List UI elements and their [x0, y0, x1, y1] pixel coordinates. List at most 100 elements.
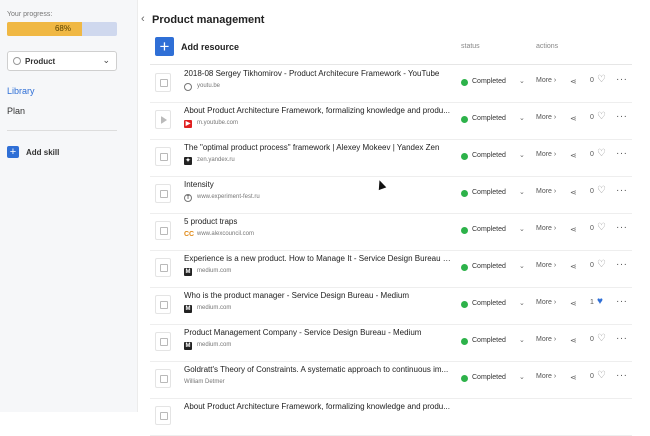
resource-thumbnail[interactable]: [155, 110, 171, 129]
progress-bar: 68%: [7, 22, 117, 36]
resource-row[interactable]: 5 product traps CC www.alexcouncil.com Comp…: [150, 213, 632, 251]
more-button[interactable]: More ›: [536, 77, 556, 84]
resource-row[interactable]: Product Management Company - Service Des…: [150, 324, 632, 362]
more-label: More: [536, 373, 552, 380]
source-domain: zen.yandex.ru: [197, 157, 235, 163]
more-button[interactable]: More ›: [536, 336, 556, 343]
progress-text: 68%: [54, 24, 71, 33]
more-label: More: [536, 336, 552, 343]
status-dot-icon: [461, 190, 468, 197]
status-dot-icon: [461, 338, 468, 345]
resource-title[interactable]: Product Management Company - Service Des…: [184, 328, 452, 337]
share-icon[interactable]: ⋖: [570, 262, 577, 271]
heart-icon[interactable]: ♡: [597, 185, 606, 196]
heart-icon[interactable]: ♡: [597, 148, 606, 159]
more-dots-icon[interactable]: ···: [616, 222, 628, 233]
nav-library[interactable]: Library: [7, 86, 35, 96]
more-button[interactable]: More ›: [536, 373, 556, 380]
like-count: 0: [590, 336, 594, 343]
share-icon[interactable]: ⋖: [570, 77, 577, 86]
more-dots-icon[interactable]: ···: [616, 185, 628, 196]
more-dots-icon[interactable]: ···: [616, 148, 628, 159]
column-header-actions: actions: [536, 43, 559, 50]
resource-thumbnail[interactable]: [155, 369, 171, 388]
more-button[interactable]: More ›: [536, 151, 556, 158]
source-domain: medium.com: [197, 305, 232, 311]
share-icon[interactable]: ⋖: [570, 336, 577, 345]
resource-row[interactable]: 2018-08 Sergey Tikhomirov - Product Arch…: [150, 65, 632, 103]
more-dots-icon[interactable]: ···: [246, 12, 260, 24]
resource-row[interactable]: The "optimal product process" framework …: [150, 139, 632, 177]
share-icon[interactable]: ⋖: [570, 151, 577, 160]
status-dot-icon: [461, 153, 468, 160]
status-dot-icon: [461, 116, 468, 123]
heart-icon[interactable]: ♡: [597, 111, 606, 122]
heart-icon[interactable]: ♡: [597, 74, 606, 85]
resource-row[interactable]: About Product Architecture Framework, fo…: [150, 398, 632, 436]
resource-title[interactable]: 5 product traps: [184, 217, 452, 226]
heart-icon[interactable]: ♡: [597, 333, 606, 344]
cc-icon: CC: [184, 231, 195, 238]
chevron-down-icon: ⌄: [519, 300, 525, 307]
chevron-down-icon: ⌄: [519, 189, 525, 196]
share-icon[interactable]: ⋖: [570, 188, 577, 197]
resource-thumbnail[interactable]: [155, 258, 171, 277]
share-icon[interactable]: ⋖: [570, 114, 577, 123]
youtube-icon: ▶: [184, 120, 192, 128]
heart-icon[interactable]: ♥: [597, 296, 603, 307]
more-dots-icon[interactable]: ···: [616, 111, 628, 122]
resource-thumbnail[interactable]: [155, 332, 171, 351]
status-label: Completed: [472, 189, 506, 196]
share-icon[interactable]: ⋖: [570, 299, 577, 308]
resource-row[interactable]: Goldratt's Theory of Constraints. A syst…: [150, 361, 632, 399]
resource-title[interactable]: Who is the product manager - Service Des…: [184, 291, 452, 300]
resource-row[interactable]: Experience is a new product. How to Mana…: [150, 250, 632, 288]
resource-thumbnail[interactable]: [155, 73, 171, 92]
resource-thumbnail[interactable]: [155, 295, 171, 314]
resource-title[interactable]: The "optimal product process" framework …: [184, 143, 452, 152]
more-button[interactable]: More ›: [536, 225, 556, 232]
like-count: 0: [590, 225, 594, 232]
resource-row[interactable]: About Product Architecture Framework, fo…: [150, 102, 632, 140]
resource-thumbnail[interactable]: [155, 147, 171, 166]
status-label: Completed: [472, 115, 506, 122]
back-chevron-icon[interactable]: ‹: [141, 13, 145, 25]
plus-icon: +: [155, 37, 174, 56]
resource-title[interactable]: Goldratt's Theory of Constraints. A syst…: [184, 365, 452, 374]
experiment-fest-icon: T: [184, 194, 192, 202]
more-dots-icon[interactable]: ···: [616, 333, 628, 344]
resource-thumbnail[interactable]: [155, 221, 171, 240]
chevron-down-icon: ⌄: [519, 226, 525, 233]
more-dots-icon[interactable]: ···: [616, 74, 628, 85]
source-domain: www.experiment-fest.ru: [197, 194, 260, 200]
resource-title[interactable]: Intensity: [184, 180, 452, 189]
divider: [7, 130, 117, 131]
heart-icon[interactable]: ♡: [597, 259, 606, 270]
more-button[interactable]: More ›: [536, 114, 556, 121]
nav-plan[interactable]: Plan: [7, 106, 25, 116]
more-label: More: [536, 262, 552, 269]
heart-icon[interactable]: ♡: [597, 222, 606, 233]
resource-title[interactable]: About Product Architecture Framework, fo…: [184, 106, 452, 115]
resource-row[interactable]: Who is the product manager - Service Des…: [150, 287, 632, 325]
resource-title[interactable]: Experience is a new product. How to Mana…: [184, 254, 452, 263]
status-label: Completed: [472, 226, 506, 233]
resource-thumbnail[interactable]: [155, 184, 171, 203]
source-domain: m.youtube.com: [197, 120, 239, 126]
more-dots-icon[interactable]: ···: [616, 259, 628, 270]
resource-title[interactable]: About Product Architecture Framework, fo…: [184, 402, 452, 411]
status-label: Completed: [472, 374, 506, 381]
more-dots-icon[interactable]: ···: [616, 296, 628, 307]
skill-select[interactable]: Product ⌄: [7, 51, 117, 71]
share-icon[interactable]: ⋖: [570, 225, 577, 234]
more-button[interactable]: More ›: [536, 188, 556, 195]
more-button[interactable]: More ›: [536, 262, 556, 269]
share-icon[interactable]: ⋖: [570, 373, 577, 382]
more-button[interactable]: More ›: [536, 299, 556, 306]
more-dots-icon[interactable]: ···: [616, 370, 628, 381]
resource-row[interactable]: Intensity Twww.experiment-fest.ru Complete…: [150, 176, 632, 214]
plus-icon: +: [7, 146, 19, 158]
heart-icon[interactable]: ♡: [597, 370, 606, 381]
resource-thumbnail[interactable]: [155, 406, 171, 425]
resource-title[interactable]: 2018-08 Sergey Tikhomirov - Product Arch…: [184, 69, 452, 78]
